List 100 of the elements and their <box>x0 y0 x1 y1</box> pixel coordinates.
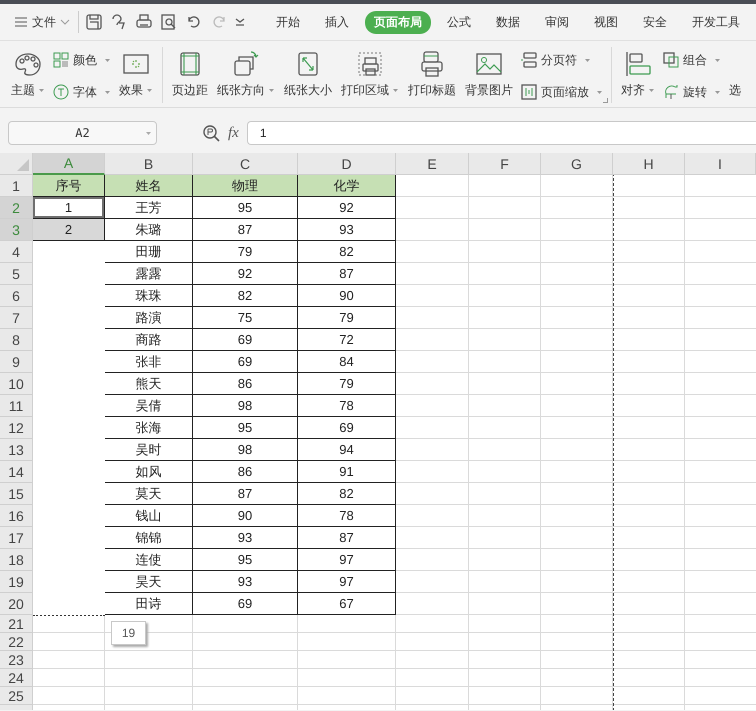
formula-field[interactable]: 1 <box>246 121 756 145</box>
row-header[interactable]: 14 <box>0 461 33 483</box>
table-cell: 物理 <box>193 175 298 197</box>
ribbon-button[interactable]: 选 <box>728 47 742 99</box>
ribbon-tab[interactable]: 审阅 <box>536 10 578 34</box>
row-header[interactable]: 15 <box>0 483 33 505</box>
table-cell: 商路 <box>105 329 193 351</box>
table-cell: 1 <box>33 197 105 219</box>
table-cell: 连使 <box>105 549 193 571</box>
row-header[interactable]: 20 <box>0 593 33 615</box>
ribbon-button[interactable]: 打印区域 <box>340 47 400 99</box>
row-header[interactable]: 8 <box>0 329 33 351</box>
column-header[interactable]: G <box>541 153 613 175</box>
ribbon-button[interactable]: 打印标题 <box>407 47 457 99</box>
ribbon-tab[interactable]: 视图 <box>585 10 627 34</box>
printer-frame-icon <box>356 50 384 78</box>
row-header[interactable]: 18 <box>0 549 33 571</box>
table-cell: 朱璐 <box>105 219 193 241</box>
table-cell: 序号 <box>33 175 105 197</box>
preview-icon <box>160 13 178 31</box>
table-cell: 姓名 <box>105 175 193 197</box>
table-cell: 67 <box>298 593 396 615</box>
printer-icon <box>419 50 445 78</box>
ribbon-button[interactable]: 效果 <box>118 47 154 99</box>
table-cell: 莫天 <box>105 483 193 505</box>
table-cell: 2 <box>33 219 105 241</box>
row-header[interactable]: 4 <box>0 241 33 263</box>
ribbon-button[interactable]: 纸张大小 <box>283 47 333 99</box>
table-cell: 94 <box>298 439 396 461</box>
ribbon-tab[interactable]: 安全 <box>634 10 676 34</box>
table-cell: 珠珠 <box>105 285 193 307</box>
table-cell: 王芳 <box>105 197 193 219</box>
ribbon-button[interactable]: 纸张方向 <box>216 47 276 99</box>
table-cell: 79 <box>298 373 396 395</box>
table-cell: 田珊 <box>105 241 193 263</box>
table-cell: 张非 <box>105 351 193 373</box>
row-header[interactable]: 25 <box>0 687 33 705</box>
ribbon-button[interactable]: 主题 <box>10 47 46 99</box>
table-cell: 78 <box>298 395 396 417</box>
row-header[interactable]: 23 <box>0 651 33 669</box>
ribbon-button[interactable]: 组合 <box>663 50 721 70</box>
row-header[interactable]: 12 <box>0 417 33 439</box>
row-header[interactable]: 24 <box>0 669 33 687</box>
row-header[interactable]: 22 <box>0 633 33 651</box>
table-cell: 91 <box>298 461 396 483</box>
row-header[interactable]: 16 <box>0 505 33 527</box>
ribbon-tab[interactable]: 数据 <box>487 10 529 34</box>
table-cell: 87 <box>193 219 298 241</box>
row-header[interactable]: 6 <box>0 285 33 307</box>
table-cell: 田诗 <box>105 593 193 615</box>
table-cell: 69 <box>193 351 298 373</box>
row-header[interactable]: 10 <box>0 373 33 395</box>
ribbon-tab[interactable]: 公式 <box>438 10 480 34</box>
ribbon-button[interactable]: 字体 <box>53 82 111 102</box>
column-header[interactable]: E <box>396 153 469 175</box>
ribbon-button[interactable]: 分页符 <box>521 50 603 70</box>
row-header[interactable]: 17 <box>0 527 33 549</box>
row-header[interactable]: 9 <box>0 351 33 373</box>
chevron-icon <box>60 19 70 25</box>
ribbon-tab[interactable]: 插入 <box>316 10 358 34</box>
squares-icon <box>663 52 679 68</box>
row-header[interactable]: 21 <box>0 615 33 633</box>
ribbon-button[interactable]: 页面缩放 <box>521 82 603 102</box>
column-header[interactable]: B <box>105 153 193 175</box>
row-header[interactable]: 7 <box>0 307 33 329</box>
ribbon-button[interactable]: 对齐 <box>620 47 656 99</box>
file-menu[interactable]: 文件 <box>14 14 70 30</box>
function-button[interactable]: fx <box>228 124 239 142</box>
column-header[interactable]: H <box>613 153 685 175</box>
ribbon-button[interactable]: 页边距 <box>171 47 209 99</box>
name-box[interactable]: A2 <box>8 121 157 145</box>
column-header[interactable]: I <box>685 153 756 175</box>
table-cell: 95 <box>193 417 298 439</box>
ribbon-button[interactable]: 颜色 <box>53 50 111 70</box>
table-cell: 钱山 <box>105 505 193 527</box>
column-header[interactable]: D <box>298 153 396 175</box>
row-header[interactable]: 11 <box>0 395 33 417</box>
table-cell: 92 <box>298 197 396 219</box>
row-header[interactable]: 5 <box>0 263 33 285</box>
row-header[interactable]: 13 <box>0 439 33 461</box>
ribbon-tab[interactable]: 开发工具 <box>683 10 749 34</box>
row-header[interactable]: 19 <box>0 571 33 593</box>
column-header[interactable]: C <box>193 153 298 175</box>
ribbon-button[interactable]: 背景图片 <box>464 47 514 99</box>
rotate-arrow-icon <box>663 84 679 100</box>
ribbon-button[interactable]: 旋转 <box>663 82 721 102</box>
table-cell: 84 <box>298 351 396 373</box>
table-cell: 92 <box>193 263 298 285</box>
select-all-corner[interactable] <box>0 153 33 175</box>
table-cell: 熊天 <box>105 373 193 395</box>
table-cell: 90 <box>298 285 396 307</box>
table-cell: 87 <box>193 483 298 505</box>
column-header[interactable]: F <box>469 153 541 175</box>
align-bar-icon <box>624 50 652 78</box>
row-header[interactable]: 1 <box>0 175 33 197</box>
table-cell: 87 <box>298 527 396 549</box>
table-cell: 98 <box>193 395 298 417</box>
table-cell: 露露 <box>105 263 193 285</box>
ribbon-tab[interactable]: 开始 <box>267 10 309 34</box>
table-cell: 69 <box>193 593 298 615</box>
